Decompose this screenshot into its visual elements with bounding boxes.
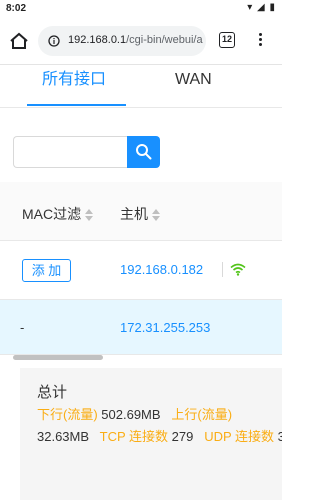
add-filter-button[interactable]: 添 加 (22, 259, 71, 282)
udp-label: UDP 连接数 (204, 429, 275, 444)
tcp-label: TCP 连接数 (99, 429, 169, 444)
page-content: 所有接口 WAN MAC过滤 主机 添 加 192.168.0.182 - 17… (0, 64, 282, 500)
dot-icon (258, 33, 262, 36)
table-row[interactable]: - 172.31.255.253 (0, 300, 282, 355)
upload-label: 上行(流量) (171, 407, 233, 422)
signal-icon: ◢ (257, 2, 266, 13)
url-path: /cgi-bin/webui/a (126, 34, 203, 46)
status-bar: 8:02 ▾ ◢ ▮ (0, 0, 282, 18)
dot-icon (258, 43, 262, 46)
summary-title: 总计 (37, 384, 68, 401)
download-value: 502.69MB (101, 407, 161, 422)
interface-tabs: 所有接口 WAN (0, 64, 282, 108)
info-icon[interactable] (48, 35, 60, 47)
url-text: 192.168.0.1/cgi-bin/webui/a (68, 34, 203, 46)
battery-icon: ▮ (269, 2, 276, 13)
upload-value: 32.63MB (37, 429, 90, 444)
dot-icon (258, 38, 262, 41)
browser-toolbar: 192.168.0.1/cgi-bin/webui/a 12 (0, 18, 282, 65)
column-host[interactable]: 主机 (120, 204, 160, 224)
udp-value: 3 (277, 429, 282, 444)
table-row[interactable]: 添 加 192.168.0.182 (0, 241, 282, 300)
search-icon (136, 144, 152, 160)
tab-switcher-button[interactable]: 12 (219, 32, 235, 48)
summary-panel: 总计 下行(流量) 502.69MB 上行(流量) 32.63MB TCP 连接… (20, 368, 282, 500)
address-bar[interactable]: 192.168.0.1/cgi-bin/webui/a (38, 26, 206, 56)
search-input[interactable] (13, 136, 127, 168)
mac-filter-empty: - (20, 320, 25, 335)
divider (222, 262, 223, 277)
home-icon (10, 32, 28, 49)
active-tab-indicator (27, 104, 126, 106)
status-icons: ▾ ◢ ▮ (247, 2, 276, 13)
host-ip-link[interactable]: 172.31.255.253 (120, 320, 210, 335)
tcp-value: 279 (171, 429, 194, 444)
download-label: 下行(流量) (37, 407, 98, 422)
more-menu-button[interactable] (256, 31, 264, 51)
summary-stats: 下行(流量) 502.69MB 上行(流量) 32.63MB TCP 连接数 2… (37, 404, 282, 448)
horizontal-scrollbar[interactable] (13, 355, 103, 360)
host-ip-link[interactable]: 192.168.0.182 (120, 262, 203, 277)
wifi-icon: ▾ (247, 2, 254, 13)
column-label: MAC过滤 (22, 206, 82, 222)
sort-icon[interactable] (152, 209, 160, 222)
column-mac-filter[interactable]: MAC过滤 (22, 204, 94, 224)
table-header: MAC过滤 主机 (0, 182, 282, 241)
url-host: 192.168.0.1 (68, 34, 127, 46)
wifi-icon (230, 263, 246, 276)
tab-all-interfaces[interactable]: 所有接口 (42, 70, 106, 100)
status-time: 8:02 (6, 3, 27, 14)
column-label: 主机 (120, 206, 148, 222)
home-button[interactable] (9, 32, 29, 50)
tab-wan[interactable]: WAN (175, 70, 212, 100)
search-button[interactable] (127, 136, 160, 168)
sort-icon[interactable] (85, 209, 94, 222)
